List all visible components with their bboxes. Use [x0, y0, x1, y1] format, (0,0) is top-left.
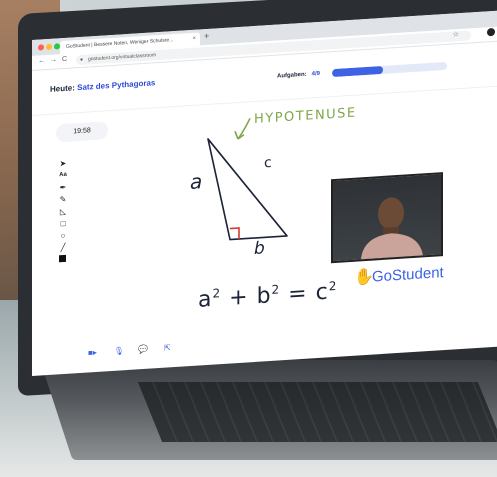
- formula-a: a: [198, 286, 213, 313]
- share-icon[interactable]: ⇱: [164, 343, 171, 352]
- gostudent-logo-icon: ✋: [354, 268, 374, 287]
- hypotenuse-arrow: [234, 117, 251, 140]
- keyboard-keys: [137, 382, 497, 442]
- tutor-figure: [361, 197, 423, 260]
- side-c-label: c: [264, 154, 272, 172]
- chat-icon[interactable]: 💬: [138, 345, 148, 355]
- formula-a-exponent: 2: [212, 286, 222, 301]
- right-angle-mark: [230, 227, 240, 240]
- formula-b-exponent: 2: [271, 282, 281, 297]
- laptop-screen: GoStudent | Bessere Noten, Weniger Schul…: [32, 10, 497, 376]
- camera-icon[interactable]: ■▸: [88, 348, 97, 358]
- formula-b: b: [256, 283, 272, 310]
- formula-c-exponent: 2: [328, 278, 338, 294]
- side-a-label: a: [190, 169, 203, 195]
- tutor-video[interactable]: [331, 172, 443, 264]
- triangle-shape: [207, 138, 288, 241]
- side-b-label: b: [254, 238, 265, 260]
- formula-c: c: [315, 279, 329, 306]
- formula-equals: =: [288, 280, 308, 308]
- microphone-icon[interactable]: 🎙: [114, 346, 124, 356]
- formula-plus: +: [229, 284, 249, 311]
